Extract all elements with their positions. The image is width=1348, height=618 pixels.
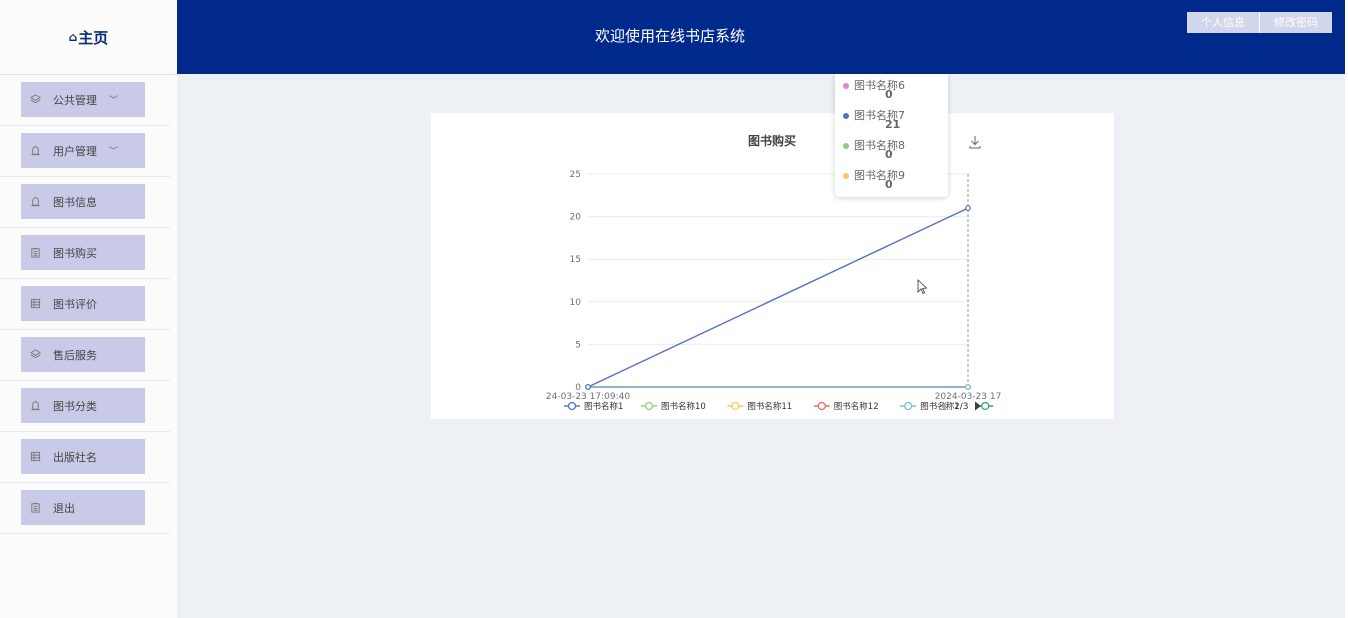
legend-dot-icon bbox=[843, 83, 849, 89]
sidebar-item[interactable]: 用户管理 ﹀ bbox=[21, 133, 145, 168]
home-link[interactable]: ⌂ 主页 bbox=[0, 0, 177, 75]
sidebar-item-label: 图书购买 bbox=[53, 246, 97, 260]
tooltip-series-name: 图书名称6 bbox=[854, 79, 905, 92]
tooltip-series-name: 图书名称9 bbox=[854, 169, 905, 182]
home-label: 主页 bbox=[78, 28, 109, 47]
sidebar-row: 用户管理 ﹀ bbox=[0, 126, 170, 177]
bell-icon bbox=[29, 196, 41, 208]
header-actions: 个人信息 修改密码 bbox=[1187, 12, 1332, 33]
tooltip-item: 图书名称8 bbox=[843, 137, 905, 153]
tooltip-item: 图书名称6 bbox=[843, 77, 905, 93]
tooltip-item: 图书名称9 bbox=[843, 167, 905, 183]
sidebar-item[interactable]: 出版社名 bbox=[21, 439, 145, 474]
sidebar-item-label: 售后服务 bbox=[53, 348, 97, 362]
sidebar-row: 图书分类 bbox=[0, 381, 170, 432]
top-header: 欢迎使用在线书店系统 个人信息 修改密码 bbox=[177, 0, 1345, 74]
list-icon bbox=[29, 298, 41, 310]
sidebar-item[interactable]: 图书评价 bbox=[21, 286, 145, 321]
sidebar-row: 图书购买 bbox=[0, 228, 170, 279]
sidebar-item-label: 出版社名 bbox=[53, 450, 97, 464]
chart-card bbox=[431, 113, 1114, 419]
page-title: 欢迎使用在线书店系统 bbox=[594, 26, 745, 45]
legend-dot-icon bbox=[843, 143, 849, 149]
layers-icon bbox=[29, 349, 41, 361]
tooltip-series-value: 0 bbox=[885, 148, 893, 161]
sidebar-item-label: 图书信息 bbox=[53, 195, 97, 209]
sidebar-row: 图书信息 bbox=[0, 177, 170, 228]
tooltip-series-name: 图书名称8 bbox=[854, 139, 905, 152]
sidebar-item[interactable]: 图书分类 bbox=[21, 388, 145, 423]
list-icon bbox=[29, 451, 41, 463]
change-password-button[interactable]: 修改密码 bbox=[1259, 12, 1332, 33]
clipboard-icon bbox=[29, 247, 41, 259]
legend-dot-icon bbox=[843, 113, 849, 119]
sidebar-item-label: 图书分类 bbox=[53, 399, 97, 413]
sidebar-item-label: 用户管理 bbox=[53, 144, 97, 158]
tooltip-series-value: 0 bbox=[885, 88, 893, 101]
sidebar-item-label: 公共管理 bbox=[53, 93, 97, 107]
home-icon: ⌂ bbox=[68, 30, 78, 44]
layers-icon bbox=[29, 94, 41, 106]
sidebar-item[interactable]: 退出 bbox=[21, 490, 145, 525]
chevron-down-icon: ﹀ bbox=[109, 147, 119, 157]
chevron-down-icon: ﹀ bbox=[109, 96, 119, 106]
profile-button[interactable]: 个人信息 bbox=[1187, 12, 1259, 33]
sidebar-item-label: 退出 bbox=[53, 501, 75, 515]
bell-icon bbox=[29, 400, 41, 412]
sidebar-row: 图书评价 bbox=[0, 279, 170, 330]
chart-tooltip: 图书名称6 0 图书名称7 21 图书名称8 0 图书名称9 0 bbox=[835, 74, 948, 197]
sidebar-item-label: 图书评价 bbox=[53, 297, 97, 311]
sidebar: ⌂ 主页 公共管理 ﹀ 用户管理 ﹀ 图书信息图书购买图书评价售后服务图书分类出版社名退… bbox=[0, 0, 177, 618]
sidebar-item[interactable]: 售后服务 bbox=[21, 337, 145, 372]
legend-dot-icon bbox=[843, 173, 849, 179]
clipboard-icon bbox=[29, 502, 41, 514]
sidebar-row: 公共管理 ﹀ bbox=[0, 75, 170, 126]
sidebar-item[interactable]: 图书信息 bbox=[21, 184, 145, 219]
sidebar-menu: 公共管理 ﹀ 用户管理 ﹀ 图书信息图书购买图书评价售后服务图书分类出版社名退出 bbox=[0, 75, 177, 534]
bell-icon bbox=[29, 145, 41, 157]
sidebar-row: 退出 bbox=[0, 483, 170, 534]
sidebar-row: 出版社名 bbox=[0, 432, 170, 483]
sidebar-row: 售后服务 bbox=[0, 330, 170, 381]
sidebar-item[interactable]: 图书购买 bbox=[21, 235, 145, 270]
tooltip-series-value: 0 bbox=[885, 178, 893, 191]
sidebar-item[interactable]: 公共管理 ﹀ bbox=[21, 82, 145, 117]
tooltip-series-value: 21 bbox=[885, 118, 901, 131]
